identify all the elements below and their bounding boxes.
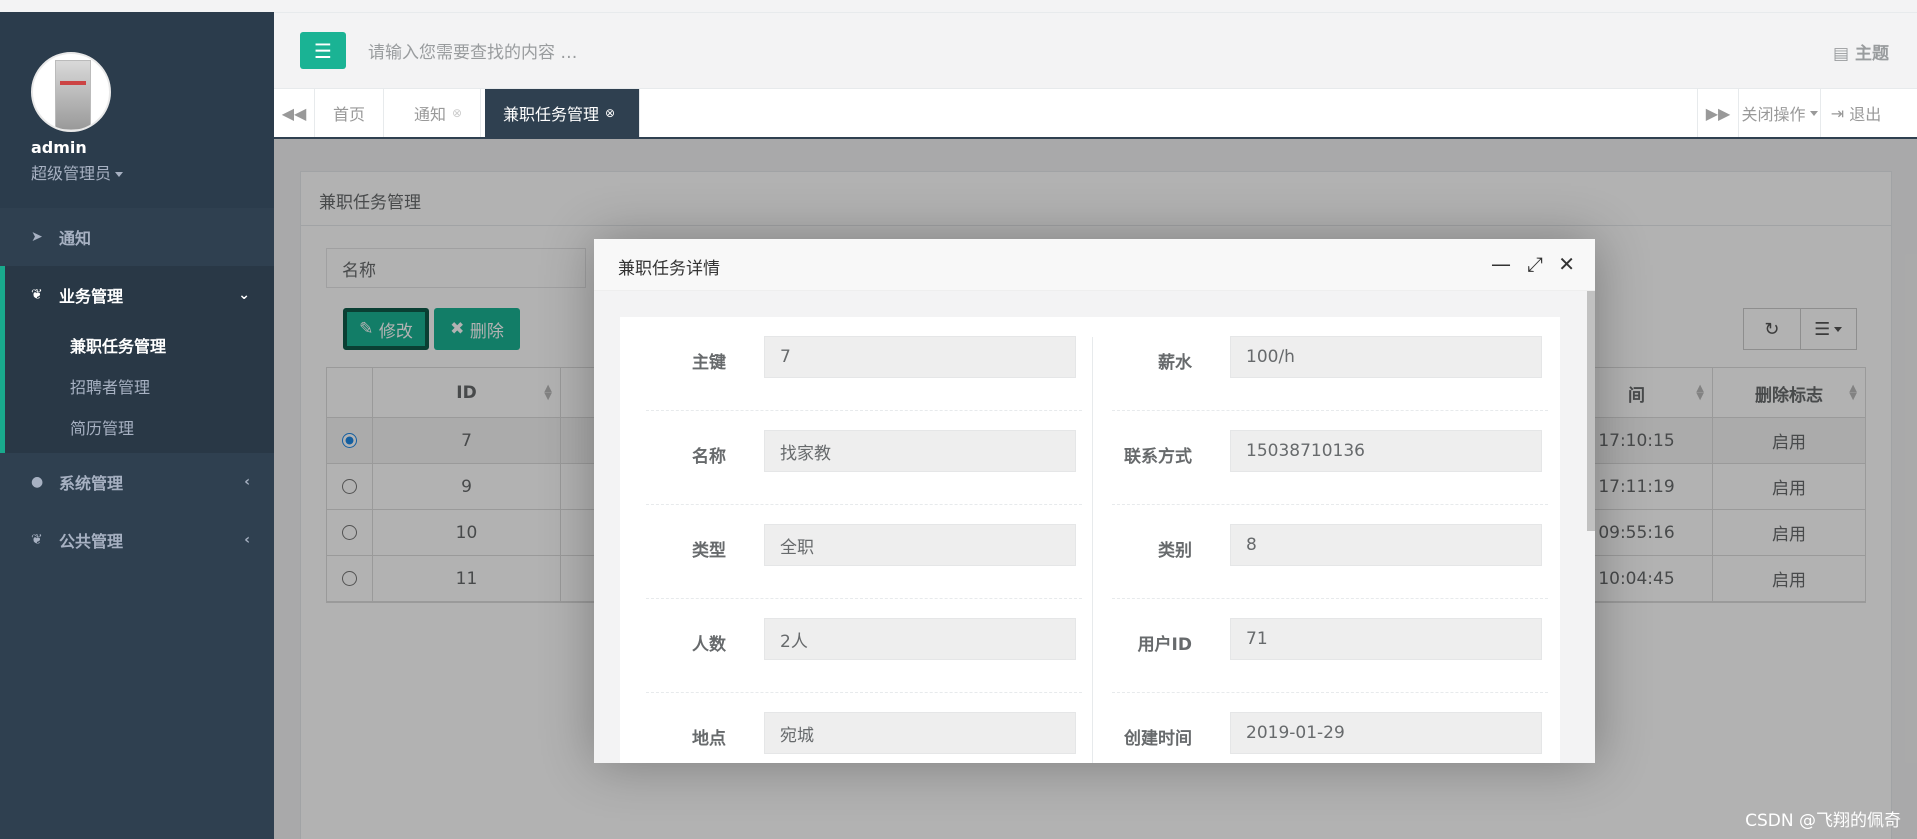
field-value-headcount: 2人 (764, 618, 1076, 660)
chevron-down-icon: ⌄ (238, 287, 250, 303)
sidebar-item-label: 系统管理 (59, 474, 124, 493)
field-row: 类别 8 (1112, 505, 1548, 599)
logout-button[interactable]: ⇥ 退出 (1821, 89, 1891, 137)
theme-label: 主题 (1855, 44, 1889, 64)
field-value-salary: 100/h (1230, 336, 1542, 378)
chevron-left-icon: ‹ (244, 532, 250, 548)
field-row: 人数 2人 (646, 599, 1082, 693)
server-icon: ▤ (1833, 44, 1850, 64)
user-name: admin (31, 138, 87, 157)
modal-header: 兼职任务详情 — ⤢ ✕ (594, 239, 1595, 291)
field-value-type: 全职 (764, 524, 1076, 566)
close-tab-icon[interactable]: ⊗ (605, 106, 615, 120)
field-value-created-time: 2019-01-29 (1230, 712, 1542, 754)
field-row: 地点 宛城 (646, 693, 1082, 763)
sidebar-item-label: 业务管理 (59, 287, 124, 306)
top-navbar: ☰ 请输入您需要查找的内容 … ▤ 主题 (274, 12, 1917, 89)
tab-label: 首页 (333, 105, 366, 124)
sidebar: admin 超级管理员 ➤ 通知 ❦ 业务管理 ⌄ 兼职任务管理 招聘者管理 简… (0, 12, 274, 839)
field-label: 联系方式 (1124, 447, 1192, 467)
sidebar-group-business: ❦ 业务管理 ⌄ 兼职任务管理 招聘者管理 简历管理 (0, 266, 274, 453)
field-value-contact: 15038710136 (1230, 430, 1542, 472)
field-label: 薪水 (1158, 353, 1192, 373)
field-label: 创建时间 (1124, 729, 1192, 749)
sidebar-item-business[interactable]: ❦ 业务管理 ⌄ (5, 266, 274, 324)
tab-label: 兼职任务管理 (503, 105, 600, 124)
avatar[interactable] (31, 52, 111, 132)
field-value-primary-key: 7 (764, 336, 1076, 378)
user-role-dropdown[interactable]: 超级管理员 (31, 160, 274, 184)
tab-bar: ◀◀ 首页 通知 ⊗ 兼职任务管理 ⊗ ▶▶ 关闭操作 ⇥ 退出 (274, 89, 1917, 139)
close-ops-label: 关闭操作 (1741, 105, 1806, 124)
detail-form: 主键 7 名称 找家教 类型 全职 人数 2人 地点 宛城 薪水 100/h 联… (620, 317, 1560, 763)
sidebar-item-label: 通知 (59, 229, 92, 248)
tab-scroll-right-button[interactable]: ▶▶ (1697, 89, 1739, 137)
modal-scrollbar[interactable] (1587, 291, 1595, 531)
tab-notice[interactable]: 通知 ⊗ (396, 89, 482, 137)
search-input[interactable]: 请输入您需要查找的内容 … (368, 38, 577, 63)
tab-scroll-left-button[interactable]: ◀◀ (274, 89, 315, 137)
menu-toggle-button[interactable]: ☰ (300, 32, 346, 69)
maximize-icon[interactable]: ⤢ (1527, 252, 1543, 276)
profile: admin 超级管理员 (0, 12, 274, 208)
field-label: 人数 (692, 635, 726, 655)
field-row: 薪水 100/h (1112, 317, 1548, 411)
field-row: 用户ID 71 (1112, 599, 1548, 693)
sidebar-item-label: 公共管理 (59, 532, 124, 551)
logout-label: 退出 (1849, 105, 1882, 124)
field-value-name: 找家教 (764, 430, 1076, 472)
caret-down-icon (1809, 110, 1818, 116)
column-divider (1092, 337, 1093, 763)
sidebar-subitem-recruiter[interactable]: 招聘者管理 (5, 365, 274, 406)
field-value-location: 宛城 (764, 712, 1076, 754)
field-row: 联系方式 15038710136 (1112, 411, 1548, 505)
field-row: 名称 找家教 (646, 411, 1082, 505)
tab-parttime[interactable]: 兼职任务管理 ⊗ (485, 89, 640, 137)
field-label: 主键 (692, 353, 726, 373)
theme-button[interactable]: ▤ 主题 (1833, 39, 1889, 64)
caret-down-icon (115, 172, 124, 177)
backward-icon: ◀◀ (281, 103, 307, 123)
sidebar-item-system[interactable]: ● 系统管理 ‹ (0, 453, 274, 511)
tab-label: 通知 (414, 105, 447, 124)
minimize-icon[interactable]: — (1491, 252, 1511, 276)
close-operations-dropdown[interactable]: 关闭操作 (1739, 89, 1821, 137)
detail-modal: 兼职任务详情 — ⤢ ✕ 主键 7 名称 找家教 类型 全职 人数 2人 地点 … (594, 239, 1595, 763)
field-label: 名称 (692, 447, 726, 467)
field-label: 类型 (692, 541, 726, 561)
user-icon: ● (31, 474, 44, 490)
rocket-icon: ➤ (31, 229, 43, 245)
user-role: 超级管理员 (31, 164, 112, 183)
leaf-icon: ❦ (31, 287, 43, 303)
sign-out-icon: ⇥ (1830, 103, 1845, 123)
modal-body: 主键 7 名称 找家教 类型 全职 人数 2人 地点 宛城 薪水 100/h 联… (594, 291, 1595, 763)
field-row: 主键 7 (646, 317, 1082, 411)
field-row: 创建时间 2019-01-29 (1112, 693, 1548, 763)
forward-icon: ▶▶ (1705, 103, 1731, 123)
close-icon[interactable]: ✕ (1558, 252, 1575, 276)
close-tab-icon[interactable]: ⊗ (452, 106, 462, 120)
bars-icon: ☰ (314, 38, 332, 63)
sidebar-item-notice[interactable]: ➤ 通知 (0, 208, 274, 266)
leaf-icon: ❦ (31, 532, 43, 548)
sidebar-item-public[interactable]: ❦ 公共管理 ‹ (0, 511, 274, 569)
sidebar-subitem-resume[interactable]: 简历管理 (5, 406, 274, 453)
field-label: 类别 (1158, 541, 1192, 561)
field-row: 类型 全职 (646, 505, 1082, 599)
field-label: 用户ID (1137, 635, 1192, 655)
field-value-category: 8 (1230, 524, 1542, 566)
field-label: 地点 (692, 729, 726, 749)
field-value-user-id: 71 (1230, 618, 1542, 660)
modal-title: 兼职任务详情 (618, 259, 720, 279)
tab-home[interactable]: 首页 (315, 89, 385, 137)
chevron-left-icon: ‹ (244, 474, 250, 490)
watermark: CSDN @飞翔的佩奇 (1745, 811, 1901, 831)
sidebar-subitem-parttime[interactable]: 兼职任务管理 (5, 324, 274, 365)
